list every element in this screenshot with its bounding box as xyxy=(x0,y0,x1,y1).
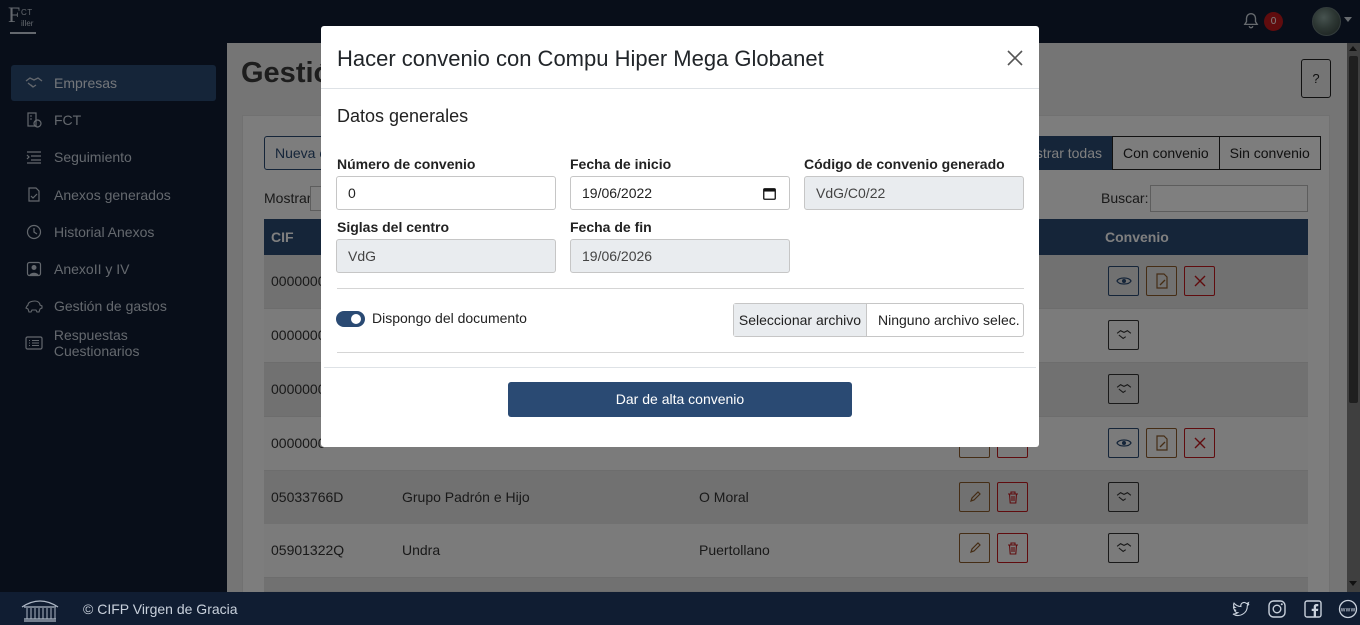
document-toggle[interactable] xyxy=(336,311,365,327)
twitter-icon[interactable] xyxy=(1231,599,1251,619)
start-date-input[interactable]: 19/06/2022 xyxy=(570,176,790,210)
modal-title: Hacer convenio con Compu Hiper Mega Glob… xyxy=(337,46,824,71)
modal-footer-divider xyxy=(324,367,1036,368)
facebook-icon[interactable] xyxy=(1303,599,1323,619)
globe-www-icon[interactable]: www xyxy=(1338,599,1358,619)
svg-text:www: www xyxy=(1341,607,1356,614)
field-label-fecha-fin: Fecha de fin xyxy=(570,219,652,235)
field-label-fecha-inicio: Fecha de inicio xyxy=(570,156,672,172)
field-label-codigo-convenio: Código de convenio generado xyxy=(804,156,1005,172)
document-toggle-label: Dispongo del documento xyxy=(372,310,527,326)
end-date-field: 19/06/2026 xyxy=(570,239,790,273)
close-icon[interactable] xyxy=(1006,49,1024,67)
footer: © CIFP Virgen de Gracia www xyxy=(0,592,1360,625)
center-acronym-field: VdG xyxy=(336,239,556,273)
footer-copyright: © CIFP Virgen de Gracia xyxy=(83,601,238,617)
selected-file-name: Ninguno archivo selec. xyxy=(878,312,1020,328)
instagram-icon[interactable] xyxy=(1267,599,1287,619)
divider xyxy=(337,352,1024,353)
field-label-numero-convenio: Número de convenio xyxy=(337,156,476,172)
field-label-siglas-centro: Siglas del centro xyxy=(337,219,450,235)
toggle-knob xyxy=(351,314,361,324)
school-logo-icon xyxy=(21,600,59,622)
submit-agreement-button[interactable]: Dar de alta convenio xyxy=(508,382,852,417)
select-file-button[interactable]: Seleccionar archivo xyxy=(734,304,867,336)
modal-header: Hacer convenio con Compu Hiper Mega Glob… xyxy=(321,26,1039,89)
section-title: Datos generales xyxy=(337,106,469,126)
agreement-modal: Hacer convenio con Compu Hiper Mega Glob… xyxy=(321,26,1039,447)
file-input[interactable]: Seleccionar archivo Ninguno archivo sele… xyxy=(733,303,1024,337)
start-date-value: 19/06/2022 xyxy=(582,185,653,201)
generated-code-field: VdG/C0/22 xyxy=(804,176,1024,210)
divider xyxy=(337,288,1024,289)
agreement-number-input[interactable]: 0 xyxy=(336,176,556,210)
calendar-icon[interactable] xyxy=(763,187,776,200)
